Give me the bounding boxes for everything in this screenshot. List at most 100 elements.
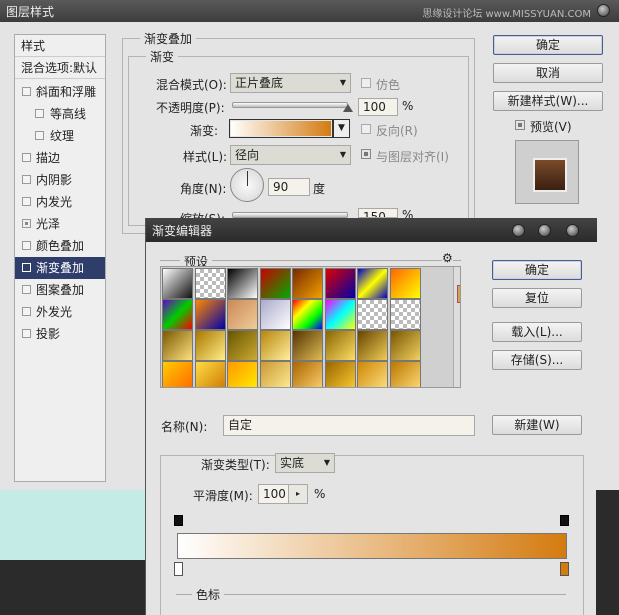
gradient-preset-swatch[interactable] — [292, 330, 323, 361]
gradient-preset-swatch[interactable] — [389, 330, 421, 361]
gear-icon[interactable]: ⚙ — [442, 251, 453, 265]
sidebar-item[interactable]: 内阴影 — [15, 169, 105, 191]
gradient-preset-swatch[interactable] — [292, 361, 323, 387]
gradient-preset-swatch[interactable] — [194, 268, 226, 299]
gradient-preset-swatch[interactable] — [324, 268, 356, 299]
gradient-preset-swatch[interactable] — [259, 330, 291, 361]
gradient-preset-swatch[interactable] — [357, 268, 388, 299]
sidebar-item[interactable]: 描边 — [15, 147, 105, 169]
gradient-preset-swatch[interactable] — [324, 299, 356, 330]
ge-new-button[interactable]: 新建(W) — [492, 415, 582, 435]
sidebar-item-checkbox[interactable] — [35, 109, 44, 118]
gradient-preset-swatch[interactable] — [194, 361, 226, 387]
gradient-dropdown-button[interactable]: ▼ — [333, 119, 350, 138]
sidebar-header[interactable]: 样式 — [15, 35, 105, 57]
ok-button[interactable]: 确定 — [493, 35, 603, 55]
scrollbar-thumb[interactable] — [457, 285, 460, 303]
sidebar-blend-options[interactable]: 混合选项:默认 — [15, 57, 105, 79]
gradient-preset-swatch[interactable] — [389, 268, 421, 299]
sidebar-item-checkbox[interactable] — [22, 219, 31, 228]
gradient-preset-swatch[interactable] — [292, 299, 323, 330]
preview-checkbox[interactable] — [515, 120, 525, 130]
sidebar-item-checkbox[interactable] — [22, 263, 31, 272]
sidebar-item[interactable]: 纹理 — [15, 125, 105, 147]
gradient-preset-swatch[interactable] — [259, 268, 291, 299]
gradient-preset-swatch[interactable] — [194, 330, 226, 361]
close-icon[interactable] — [597, 4, 610, 17]
gradient-preset-swatch[interactable] — [259, 361, 291, 387]
angle-input[interactable]: 90 — [268, 178, 310, 196]
gradient-preset-swatch[interactable] — [357, 299, 388, 330]
opacity-slider-thumb[interactable] — [343, 104, 353, 112]
ge-save-button[interactable]: 存储(S)... — [492, 350, 582, 370]
new-style-button[interactable]: 新建样式(W)... — [493, 91, 603, 111]
sidebar-item-checkbox[interactable] — [22, 329, 31, 338]
opacity-input[interactable]: 100 — [358, 98, 398, 116]
name-input[interactable]: 自定 — [223, 415, 475, 436]
scale-input[interactable]: 150 — [358, 208, 398, 218]
gradient-preset-swatch[interactable] — [227, 299, 258, 330]
opacity-slider[interactable] — [232, 102, 348, 108]
sidebar-item[interactable]: 斜面和浮雕 — [15, 81, 105, 103]
opacity-stop-right[interactable] — [560, 515, 569, 526]
dither-checkbox[interactable] — [361, 78, 371, 88]
chevron-down-icon: ▼ — [339, 78, 346, 87]
sidebar-item-checkbox[interactable] — [22, 241, 31, 250]
gradient-type-select[interactable]: 实底 ▼ — [275, 453, 335, 473]
gradient-preset-swatch[interactable] — [324, 330, 356, 361]
gradient-type-label: 渐变类型(T): — [201, 458, 270, 472]
align-layer-checkbox[interactable] — [361, 149, 371, 159]
sidebar-item-checkbox[interactable] — [22, 197, 31, 206]
cancel-button[interactable]: 取消 — [493, 63, 603, 83]
color-stop-right[interactable] — [560, 562, 569, 576]
smoothness-input[interactable]: 100 ▸ — [258, 484, 308, 504]
angle-dial[interactable] — [230, 168, 264, 202]
gradient-preset-swatch[interactable] — [162, 268, 193, 299]
sidebar-item-checkbox[interactable] — [35, 131, 44, 140]
gradient-preset-swatch[interactable] — [227, 361, 258, 387]
gradient-preset-swatch[interactable] — [324, 361, 356, 387]
blend-mode-select[interactable]: 正片叠底 ▼ — [230, 73, 351, 93]
gradient-preset-swatch[interactable] — [389, 299, 421, 330]
ge-load-button[interactable]: 载入(L)... — [492, 322, 582, 342]
gradient-editor-title-bar[interactable]: 渐变编辑器 — [146, 218, 597, 242]
smoothness-value: 100 — [263, 487, 286, 501]
sidebar-item[interactable]: 内发光 — [15, 191, 105, 213]
sidebar-item-checkbox[interactable] — [22, 285, 31, 294]
sidebar-item-checkbox[interactable] — [22, 87, 31, 96]
gradient-preset-swatch[interactable] — [389, 361, 421, 387]
sidebar-item[interactable]: 外发光 — [15, 301, 105, 323]
gradient-preset-swatch[interactable] — [227, 268, 258, 299]
gradient-preset-swatch[interactable] — [162, 330, 193, 361]
ge-ok-button[interactable]: 确定 — [492, 260, 582, 280]
opacity-stop-left[interactable] — [174, 515, 183, 526]
sidebar-item-checkbox[interactable] — [22, 307, 31, 316]
sidebar-item[interactable]: 渐变叠加 — [15, 257, 105, 279]
reverse-checkbox[interactable] — [361, 124, 371, 134]
gradient-preset-swatch[interactable] — [162, 361, 193, 387]
sidebar-item[interactable]: 等高线 — [15, 103, 105, 125]
sidebar-item[interactable]: 图案叠加 — [15, 279, 105, 301]
gradient-preset-swatch[interactable] — [357, 330, 388, 361]
minimize-icon[interactable] — [512, 224, 525, 237]
gradient-preset-swatch[interactable] — [259, 299, 291, 330]
close-icon[interactable] — [566, 224, 579, 237]
gradient-picker[interactable] — [229, 119, 333, 138]
gradient-bar[interactable] — [177, 533, 567, 559]
sidebar-item-checkbox[interactable] — [22, 175, 31, 184]
maximize-icon[interactable] — [538, 224, 551, 237]
gradient-preset-swatch[interactable] — [292, 268, 323, 299]
style-select[interactable]: 径向 ▼ — [230, 145, 351, 165]
ge-reset-button[interactable]: 复位 — [492, 288, 582, 308]
sidebar-item[interactable]: 颜色叠加 — [15, 235, 105, 257]
sidebar-item[interactable]: 投影 — [15, 323, 105, 345]
gradient-preset-swatch[interactable] — [194, 299, 226, 330]
sidebar-item-checkbox[interactable] — [22, 153, 31, 162]
color-stop-left[interactable] — [174, 562, 183, 576]
sidebar-item[interactable]: 光泽 — [15, 213, 105, 235]
gradient-preset-swatch[interactable] — [162, 299, 193, 330]
presets-scrollbar[interactable] — [453, 267, 460, 387]
gradient-preset-swatch[interactable] — [227, 330, 258, 361]
chevron-right-icon[interactable]: ▸ — [288, 485, 307, 503]
gradient-preset-swatch[interactable] — [357, 361, 388, 387]
